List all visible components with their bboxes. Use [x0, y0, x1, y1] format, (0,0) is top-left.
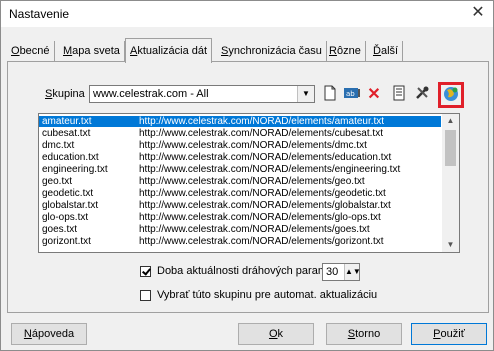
delete-icon[interactable]: ✕ [364, 85, 384, 105]
title-bar: Nastavenie ✕ [1, 1, 493, 27]
apply-button[interactable]: Použiť [411, 323, 487, 345]
list-item-url: http://www.celestrak.com/NORAD/elements/… [139, 200, 391, 211]
list-item-url: http://www.celestrak.com/NORAD/elements/… [139, 116, 385, 127]
tab-general[interactable]: Obecné [7, 41, 55, 61]
new-file-icon[interactable] [320, 85, 340, 105]
list-item[interactable]: geo.txt http://www.celestrak.com/NORAD/el… [39, 176, 441, 187]
list-item-file: goes.txt [42, 224, 78, 235]
chevron-down-icon[interactable]: ▼ [297, 86, 314, 102]
list-item-url: http://www.celestrak.com/NORAD/elements/… [139, 224, 370, 235]
list-item[interactable]: gorizont.txt http://www.celestrak.com/NOR… [39, 236, 441, 247]
cancel-button[interactable]: Storno [326, 323, 402, 345]
list-scrollbar[interactable]: ▲ ▼ [442, 114, 459, 252]
list-item-file: gorizont.txt [42, 236, 91, 247]
svg-text:ab: ab [346, 90, 355, 98]
list-item-url: http://www.celestrak.com/NORAD/elements/… [139, 212, 381, 223]
list-item-file: globalstar.txt [42, 200, 99, 211]
validity-value: 30 [326, 266, 339, 278]
group-label: Skupina [45, 88, 85, 100]
group-select[interactable]: www.celestrak.com - All ▼ [89, 85, 315, 103]
list-item[interactable]: amateur.txt http://www.celestrak.com/NORA… [39, 116, 441, 127]
document-icon[interactable] [389, 85, 409, 105]
list-item-url: http://www.celestrak.com/NORAD/elements/… [139, 140, 367, 151]
spinner-arrows-icon[interactable]: ▲▼ [344, 264, 361, 280]
list-item-file: education.txt [42, 152, 99, 163]
tab-other[interactable]: Ďalší [369, 41, 404, 61]
settings-window: Nastavenie ✕ Obecné Mapa sveta Aktualizá… [0, 0, 494, 351]
auto-update-label: Vybrať túto skupinu pre automat. aktuali… [157, 289, 378, 301]
tools-icon[interactable] [412, 85, 432, 105]
ok-button[interactable]: Ok [238, 323, 314, 345]
list-item-file: amateur.txt [42, 116, 92, 127]
source-list[interactable]: amateur.txt http://www.celestrak.com/NORA… [38, 113, 460, 253]
list-item-file: cubesat.txt [42, 128, 91, 139]
list-item[interactable]: glo-ops.txt http://www.celestrak.com/NORA… [39, 212, 441, 223]
window-title: Nastavenie [9, 7, 70, 21]
list-item[interactable]: engineering.txt http://www.celestrak.com/… [39, 164, 441, 175]
list-item-file: dmc.txt [42, 140, 75, 151]
tab-world-map[interactable]: Mapa sveta [59, 41, 125, 61]
list-item-file: engineering.txt [42, 164, 108, 175]
rename-icon[interactable]: ab [342, 85, 362, 105]
tab-misc[interactable]: Rôzne [325, 41, 366, 61]
list-item[interactable]: education.txt http://www.celestrak.com/NO… [39, 152, 441, 163]
list-item-url: http://www.celestrak.com/NORAD/elements/… [139, 176, 365, 187]
scroll-thumb[interactable] [445, 130, 456, 166]
list-item-file: geo.txt [42, 176, 73, 187]
validity-spinner[interactable]: 30 ▲▼ [322, 263, 361, 281]
list-item[interactable]: dmc.txt http://www.celestrak.com/NORAD/el… [39, 140, 441, 151]
list-item-url: http://www.celestrak.com/NORAD/elements/… [139, 236, 384, 247]
list-item[interactable]: goes.txt http://www.celestrak.com/NORAD/e… [39, 224, 441, 235]
globe-update-icon[interactable] [441, 85, 461, 105]
list-item-url: http://www.celestrak.com/NORAD/elements/… [139, 188, 386, 199]
list-item[interactable]: geodetic.txt http://www.celestrak.com/NOR… [39, 188, 441, 199]
tab-time-sync[interactable]: Synchronizácia času [217, 41, 327, 61]
scroll-up-icon[interactable]: ▲ [442, 114, 459, 128]
list-item[interactable]: cubesat.txt http://www.celestrak.com/NORA… [39, 128, 441, 139]
validity-checkbox[interactable] [140, 266, 151, 277]
help-button[interactable]: Nápoveda [11, 323, 87, 345]
list-item-url: http://www.celestrak.com/NORAD/elements/… [139, 164, 401, 175]
list-item[interactable]: globalstar.txt http://www.celestrak.com/N… [39, 200, 441, 211]
scroll-down-icon[interactable]: ▼ [442, 238, 459, 252]
close-icon[interactable]: ✕ [467, 3, 489, 23]
group-select-value: www.celestrak.com - All [93, 88, 209, 100]
list-item-url: http://www.celestrak.com/NORAD/elements/… [139, 152, 392, 163]
list-item-file: glo-ops.txt [42, 212, 89, 223]
list-item-url: http://www.celestrak.com/NORAD/elements/… [139, 128, 383, 139]
list-item-file: geodetic.txt [42, 188, 94, 199]
auto-update-checkbox[interactable] [140, 290, 151, 301]
validity-label: Doba aktuálnosti dráhových param [157, 265, 327, 277]
tab-data-update[interactable]: Aktualizácia dát [125, 38, 213, 63]
